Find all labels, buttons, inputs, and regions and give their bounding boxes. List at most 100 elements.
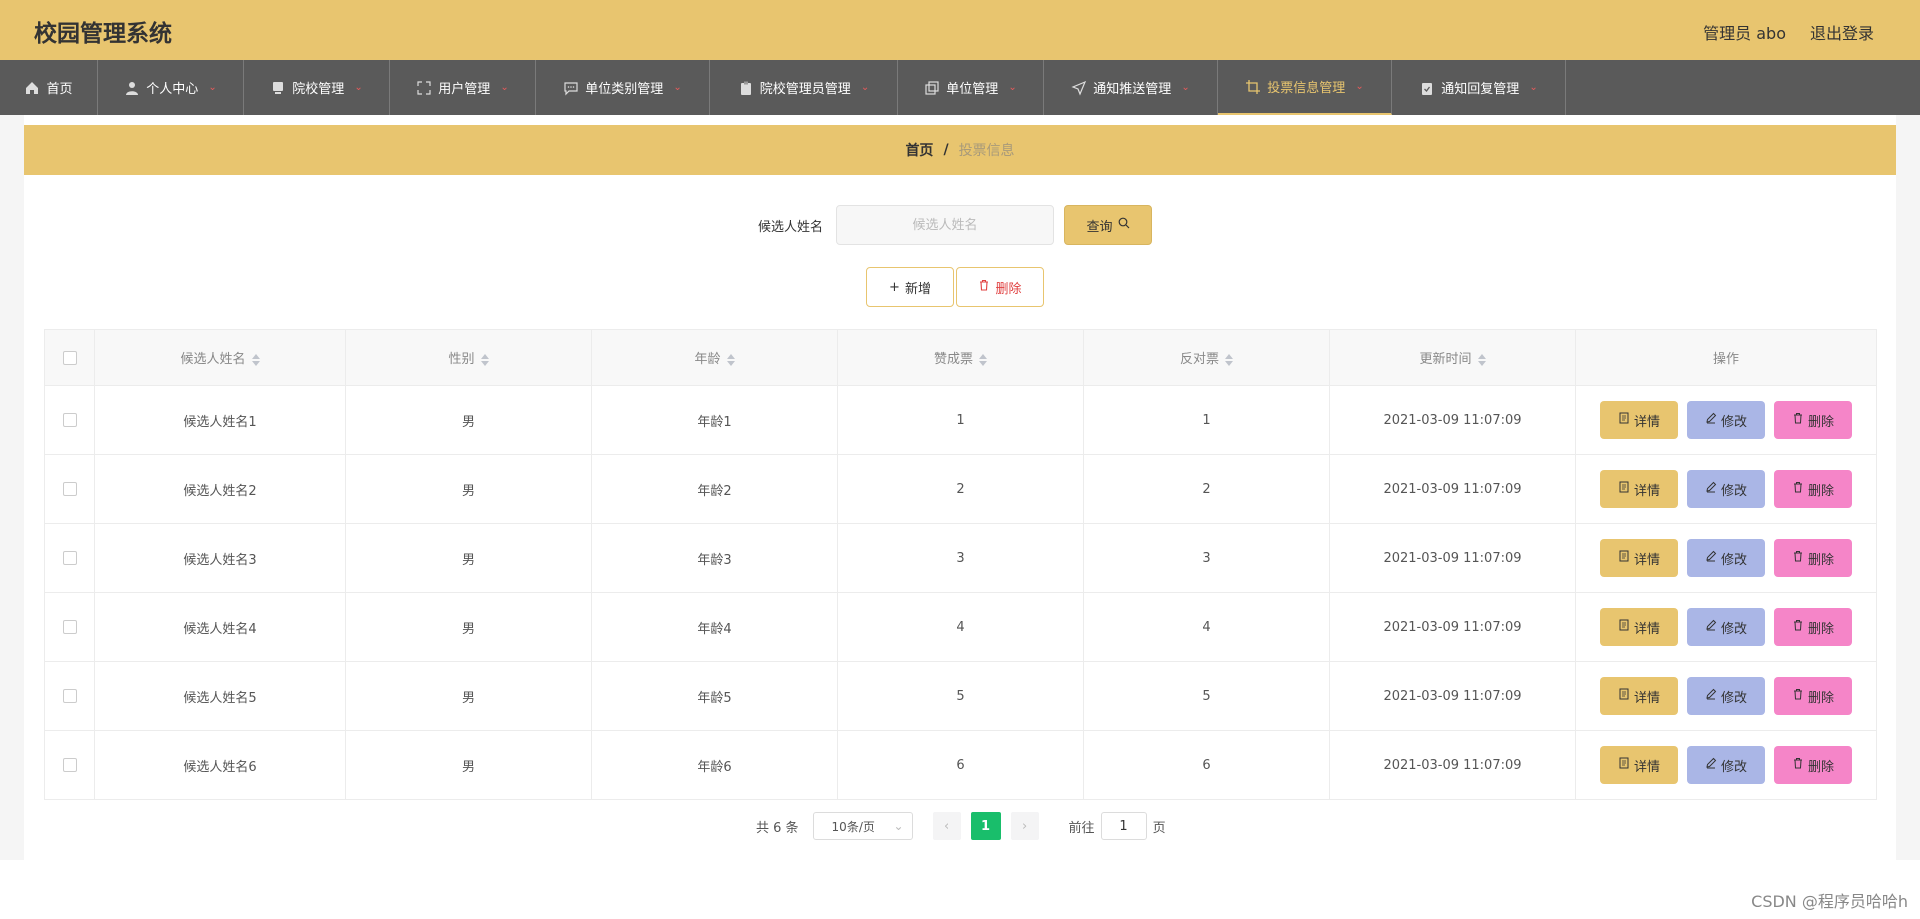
row-checkbox[interactable] [62, 413, 77, 427]
nav-item-notice-push-management[interactable]: 通知推送管理 ⌄ [1044, 60, 1218, 115]
nav-item-personal-center[interactable]: 个人中心 ⌄ [98, 60, 244, 115]
chevron-down-icon: ⌄ [354, 82, 363, 93]
nav-item-unit-management[interactable]: 单位管理 ⌄ [898, 60, 1044, 115]
logout-link[interactable]: 退出登录 [1810, 20, 1874, 44]
document-icon [1618, 757, 1630, 773]
column-header-updated[interactable]: 更新时间 [1329, 329, 1576, 386]
breadcrumb-home[interactable]: 首页 [905, 140, 933, 160]
cell-age: 年龄5 [591, 661, 838, 731]
delete-button[interactable]: 删除 [1774, 539, 1852, 577]
cell-updated: 2021-03-09 11:07:09 [1329, 592, 1576, 662]
table-row: 候选人姓名6 男 年龄6 6 6 2021-03-09 11:07:09 详情 … [44, 730, 1877, 800]
edit-icon [1705, 412, 1717, 428]
edit-button[interactable]: 修改 [1687, 470, 1765, 508]
edit-icon [1705, 481, 1717, 497]
cell-updated: 2021-03-09 11:07:09 [1329, 523, 1576, 593]
search-button-label: 查询 [1086, 219, 1113, 235]
edit-button[interactable]: 修改 [1687, 746, 1765, 784]
document-icon [1618, 688, 1630, 704]
sort-icon[interactable] [1225, 353, 1233, 366]
cell-name: 候选人姓名4 [94, 592, 346, 662]
row-actions: 详情 修改 删除 [1576, 539, 1876, 577]
column-header-age[interactable]: 年龄 [591, 329, 838, 386]
detail-button[interactable]: 详情 [1600, 677, 1678, 715]
cell-name: 候选人姓名1 [94, 385, 346, 455]
goto-page-input[interactable] [1100, 812, 1147, 840]
trash-icon [1792, 412, 1804, 428]
row-checkbox[interactable] [62, 620, 77, 634]
delete-button[interactable]: 删除 [1774, 677, 1852, 715]
select-all-checkbox[interactable] [62, 350, 77, 365]
bulk-delete-button[interactable]: 删除 [956, 267, 1044, 307]
sort-icon[interactable] [979, 353, 987, 366]
detail-button[interactable]: 详情 [1600, 401, 1678, 439]
add-button[interactable]: + 新增 [866, 267, 954, 307]
edit-icon [1705, 619, 1717, 635]
nav-item-unit-category-management[interactable]: 单位类别管理 ⌄ [536, 60, 710, 115]
detail-button[interactable]: 详情 [1600, 539, 1678, 577]
cell-age: 年龄3 [591, 523, 838, 593]
sort-icon[interactable] [1477, 353, 1486, 366]
cell-no-votes: 6 [1083, 730, 1330, 800]
fullscreen-icon [416, 80, 432, 96]
chevron-down-icon: ⌄ [1181, 82, 1190, 93]
search-button[interactable]: 查询 [1064, 205, 1152, 245]
cell-no-votes: 4 [1083, 592, 1330, 662]
table-row: 候选人姓名2 男 年龄2 2 2 2021-03-09 11:07:09 详情 … [44, 454, 1877, 524]
table-row: 候选人姓名4 男 年龄4 4 4 2021-03-09 11:07:09 详情 … [44, 592, 1877, 662]
edit-button[interactable]: 修改 [1687, 677, 1765, 715]
detail-button[interactable]: 详情 [1600, 608, 1678, 646]
cell-updated: 2021-03-09 11:07:09 [1329, 730, 1576, 800]
column-header-gender[interactable]: 性别 [345, 329, 592, 386]
nav-item-school-management[interactable]: 院校管理 ⌄ [244, 60, 390, 115]
nav-item-home[interactable]: 首页 [0, 60, 98, 115]
edit-button[interactable]: 修改 [1687, 539, 1765, 577]
nav-item-school-admin-management[interactable]: 院校管理员管理 ⌄ [710, 60, 898, 115]
document-icon [1618, 619, 1630, 635]
delete-button[interactable]: 删除 [1774, 401, 1852, 439]
user-icon [124, 80, 140, 96]
nav-item-label: 通知推送管理 [1093, 82, 1172, 97]
row-checkbox[interactable] [62, 758, 77, 772]
column-header-name[interactable]: 候选人姓名 [94, 329, 346, 386]
cell-yes-votes: 6 [837, 730, 1084, 800]
copy-icon [924, 80, 940, 96]
column-header-no-votes[interactable]: 反对票 [1083, 329, 1330, 386]
candidate-name-search-input[interactable] [836, 205, 1054, 245]
delete-button[interactable]: 删除 [1774, 746, 1852, 784]
delete-button[interactable]: 删除 [1774, 470, 1852, 508]
search-label: 候选人姓名 [758, 220, 824, 235]
chevron-down-icon: ⌄ [893, 819, 904, 833]
cell-no-votes: 1 [1083, 385, 1330, 455]
edit-button[interactable]: 修改 [1687, 401, 1765, 439]
edit-button[interactable]: 修改 [1687, 608, 1765, 646]
cell-gender: 男 [345, 592, 592, 662]
sort-icon[interactable] [726, 353, 735, 366]
table-row: 候选人姓名5 男 年龄5 5 5 2021-03-09 11:07:09 详情 … [44, 661, 1877, 731]
table-row: 候选人姓名3 男 年龄3 3 3 2021-03-09 11:07:09 详情 … [44, 523, 1877, 593]
nav-item-vote-info-management[interactable]: 投票信息管理 ⌄ [1218, 60, 1392, 115]
trash-icon [1792, 550, 1804, 566]
next-page-button[interactable]: › [1010, 812, 1039, 840]
nav-item-label: 通知回复管理 [1441, 82, 1520, 97]
delete-button[interactable]: 删除 [1774, 608, 1852, 646]
nav-item-notice-reply-management[interactable]: 通知回复管理 ⌄ [1392, 60, 1566, 115]
sort-icon[interactable] [480, 353, 489, 366]
detail-button[interactable]: 详情 [1600, 470, 1678, 508]
prev-page-button[interactable]: ‹ [932, 812, 961, 840]
nav-item-label: 首页 [46, 82, 73, 97]
detail-button[interactable]: 详情 [1600, 746, 1678, 784]
page-number-button[interactable]: 1 [970, 812, 1001, 840]
trash-icon [978, 279, 990, 295]
row-checkbox[interactable] [62, 482, 77, 496]
pagination-total: 共 6 条 [756, 820, 799, 836]
page-size-select[interactable]: 10条/页 ⌄ [812, 812, 913, 840]
column-header-yes-votes[interactable]: 赞成票 [837, 329, 1084, 386]
sort-icon[interactable] [251, 353, 260, 366]
cell-gender: 男 [345, 730, 592, 800]
send-icon [1071, 80, 1087, 96]
row-checkbox[interactable] [62, 689, 77, 703]
nav-item-user-management[interactable]: 用户管理 ⌄ [390, 60, 536, 115]
nav-item-label: 投票信息管理 [1267, 81, 1346, 96]
row-checkbox[interactable] [62, 551, 77, 565]
